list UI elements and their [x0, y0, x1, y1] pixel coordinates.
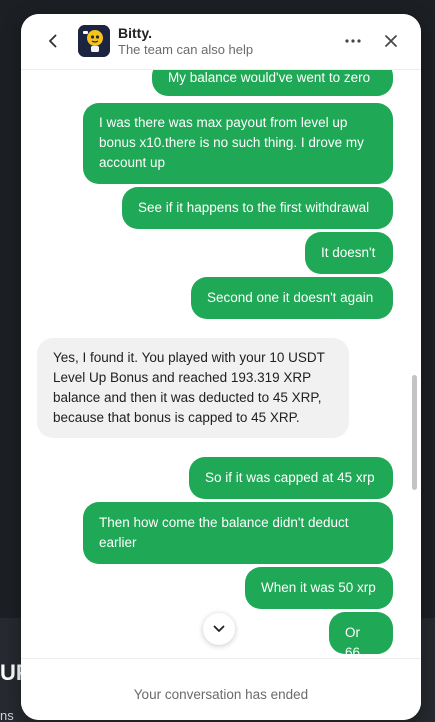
- message-text: Level Up Bonus and reached 193.319 XRP: [53, 370, 312, 385]
- conversation-ended-notice: Your conversation has ended: [133, 687, 309, 702]
- bitty-mascot-icon: [78, 25, 110, 57]
- chat-footer: Your conversation has ended: [21, 658, 421, 720]
- chevron-left-icon: [49, 34, 57, 48]
- message-text: Second one it doesn't again: [207, 290, 374, 305]
- avatar: [78, 25, 110, 57]
- chevron-down-icon: [213, 625, 225, 632]
- scroll-to-bottom-button[interactable]: [203, 613, 235, 645]
- message-text: See if it happens to the first withdrawa…: [138, 200, 370, 215]
- message-bubble-user: When it was 50 xrp: [245, 567, 393, 609]
- message-bubble-agent: Yes, I found it. You played with your 10…: [37, 338, 349, 438]
- message-text: When it was 50 xrp: [261, 580, 376, 595]
- more-options-button[interactable]: [340, 28, 366, 54]
- close-icon: [385, 35, 397, 47]
- message-text: bonus x10.there is no such thing. I drov…: [99, 135, 364, 150]
- message-text: earlier: [99, 535, 137, 550]
- message-bubble-user: See if it happens to the first withdrawa…: [122, 187, 393, 229]
- more-horizontal-icon: [345, 39, 361, 43]
- chat-title: Bitty.: [118, 25, 152, 41]
- message-bubble-user: It doesn't: [305, 232, 393, 274]
- message-bubble-user: Or 66: [329, 612, 393, 658]
- scrollbar[interactable]: [412, 375, 417, 490]
- message-bubble-user: So if it was capped at 45 xrp: [189, 457, 393, 499]
- message-text: account up: [99, 155, 166, 170]
- message-bubble-user: I was there was max payout from level up…: [83, 103, 393, 184]
- message-bubble-user: My balance would've went to zero: [152, 70, 393, 96]
- message-text: Then how come the balance didn't deduct: [99, 515, 349, 530]
- message-text: balance and then it was deducted to 45 X…: [53, 390, 322, 405]
- message-bubble-user: Then how come the balance didn't deduct …: [83, 502, 393, 564]
- close-button[interactable]: [378, 28, 404, 54]
- message-text: Or 66: [345, 625, 361, 658]
- chat-subtitle: The team can also help: [118, 42, 254, 57]
- message-text: Yes, I found it. You played with your 10…: [53, 350, 325, 365]
- back-button[interactable]: [41, 28, 65, 54]
- message-text: It doesn't: [321, 245, 376, 260]
- message-text: because that bonus is capped to 45 XRP.: [53, 410, 300, 425]
- message-list[interactable]: My balance would've went to zero I was t…: [21, 70, 421, 658]
- message-bubble-user: Second one it doesn't again: [191, 277, 393, 319]
- chat-header: Bitty. The team can also help: [21, 14, 421, 70]
- message-text: I was there was max payout from level up: [99, 115, 348, 130]
- chat-widget: Bitty. The team can also help My balance…: [21, 14, 421, 720]
- message-text: My balance would've went to zero: [168, 70, 371, 85]
- message-text: So if it was capped at 45 xrp: [205, 470, 375, 485]
- background-text-fragment: ns: [0, 708, 14, 722]
